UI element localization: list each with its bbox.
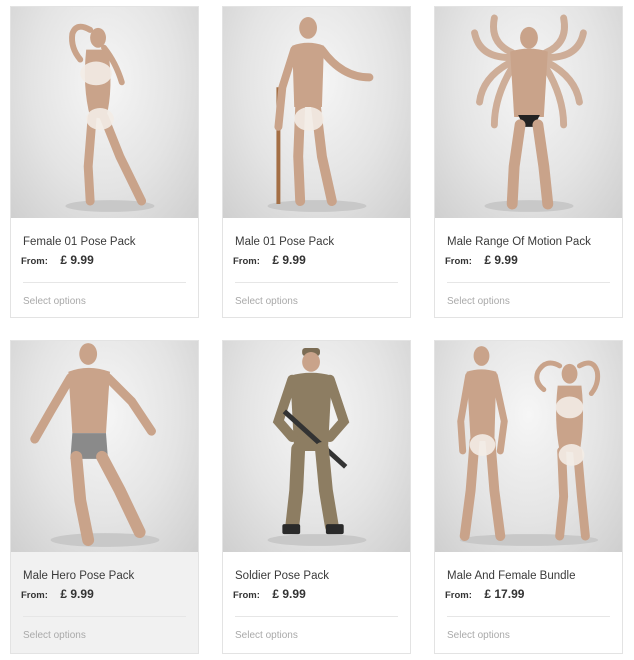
product-card[interactable]: Male And Female Bundle From: £ 17.99 Sel…: [434, 340, 623, 654]
from-label: From:: [445, 256, 472, 267]
select-options-button[interactable]: Select options: [447, 629, 622, 642]
product-title[interactable]: Male Hero Pose Pack: [23, 569, 198, 583]
select-options-button[interactable]: Select options: [447, 295, 622, 308]
multi-arm-male-figure-image[interactable]: [435, 7, 622, 218]
product-card[interactable]: Female 01 Pose Pack From: £ 9.99 Select …: [10, 6, 199, 318]
divider: [447, 282, 610, 283]
soldier-figure-image[interactable]: [223, 341, 410, 552]
from-label: From:: [445, 590, 472, 601]
price-value: £ 9.99: [272, 587, 306, 601]
price-row: From: £ 9.99: [21, 252, 198, 268]
product-card[interactable]: Male 01 Pose Pack From: £ 9.99 Select op…: [222, 6, 411, 318]
price-row: From: £ 9.99: [233, 586, 410, 602]
price-value: £ 9.99: [60, 253, 94, 267]
price-value: £ 9.99: [484, 253, 518, 267]
female-figure-image[interactable]: [11, 7, 198, 218]
divider: [23, 282, 186, 283]
from-label: From:: [233, 256, 260, 267]
product-title[interactable]: Male And Female Bundle: [447, 569, 622, 583]
price-row: From: £ 17.99: [445, 586, 622, 602]
price-value: £ 9.99: [272, 253, 306, 267]
select-options-button[interactable]: Select options: [235, 629, 410, 642]
price-row: From: £ 9.99: [445, 252, 622, 268]
male-and-female-figures-image[interactable]: [435, 341, 622, 552]
male-figure-with-staff-image[interactable]: [223, 7, 410, 218]
product-card[interactable]: Male Range Of Motion Pack From: £ 9.99 S…: [434, 6, 623, 318]
product-grid: Female 01 Pose Pack From: £ 9.99 Select …: [0, 0, 634, 660]
product-title[interactable]: Female 01 Pose Pack: [23, 235, 198, 249]
from-label: From:: [21, 256, 48, 267]
male-hero-figure-image[interactable]: [11, 341, 198, 552]
price-row: From: £ 9.99: [21, 586, 198, 602]
price-row: From: £ 9.99: [233, 252, 410, 268]
product-title[interactable]: Soldier Pose Pack: [235, 569, 410, 583]
divider: [23, 616, 186, 617]
from-label: From:: [233, 590, 260, 601]
price-value: £ 9.99: [60, 587, 94, 601]
from-label: From:: [21, 590, 48, 601]
select-options-button[interactable]: Select options: [23, 295, 198, 308]
select-options-button[interactable]: Select options: [235, 295, 410, 308]
product-title[interactable]: Male 01 Pose Pack: [235, 235, 410, 249]
select-options-button[interactable]: Select options: [23, 629, 198, 642]
divider: [235, 616, 398, 617]
divider: [235, 282, 398, 283]
product-title[interactable]: Male Range Of Motion Pack: [447, 235, 622, 249]
product-card[interactable]: Soldier Pose Pack From: £ 9.99 Select op…: [222, 340, 411, 654]
divider: [447, 616, 610, 617]
price-value: £ 17.99: [484, 587, 525, 601]
product-card[interactable]: Male Hero Pose Pack From: £ 9.99 Select …: [10, 340, 199, 654]
